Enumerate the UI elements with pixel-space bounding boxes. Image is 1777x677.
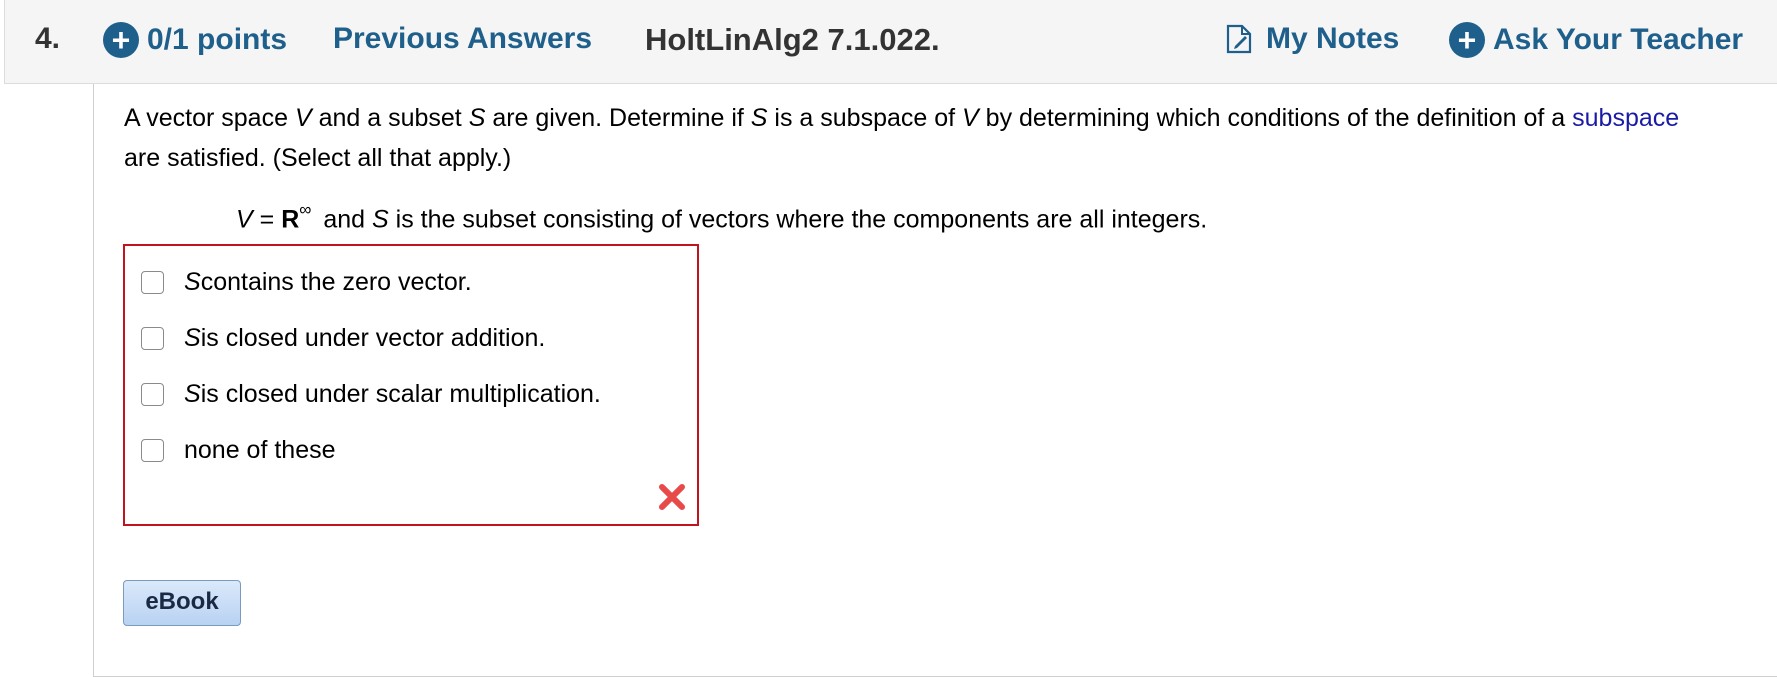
checkbox[interactable] <box>141 439 164 462</box>
problem-statement: V = R∞ and S is the subset consisting of … <box>236 200 1208 234</box>
var-v: V <box>962 104 979 132</box>
points-label: 0/1 points <box>147 23 288 56</box>
my-notes-link[interactable]: My Notes <box>1226 22 1399 56</box>
var-s: S <box>468 104 486 132</box>
checkbox[interactable] <box>141 271 164 294</box>
points-link[interactable]: + 0/1 points <box>103 22 287 58</box>
ebook-button[interactable]: eBook <box>123 580 241 626</box>
option-vector-addition[interactable]: S is closed under vector addition. <box>141 324 545 353</box>
plus-icon: + <box>1449 22 1485 58</box>
option-none-of-these[interactable]: none of these <box>141 436 336 465</box>
my-notes-label: My Notes <box>1266 22 1400 55</box>
checkbox[interactable] <box>141 383 164 406</box>
answer-box: S contains the zero vector. S is closed … <box>123 244 699 526</box>
question-prompt: A vector space V and a subset S are give… <box>124 104 1680 172</box>
question-header: 4. + 0/1 points Previous Answers HoltLin… <box>4 0 1777 84</box>
option-scalar-multiplication[interactable]: S is closed under scalar multiplication. <box>141 380 601 409</box>
ask-teacher-label: Ask Your Teacher <box>1493 23 1744 56</box>
ask-teacher-link[interactable]: + Ask Your Teacher <box>1449 22 1743 58</box>
course-code: HoltLinAlg2 7.1.022. <box>645 22 940 57</box>
option-zero-vector[interactable]: S contains the zero vector. <box>141 268 472 297</box>
var-v: V <box>294 104 312 132</box>
var-s: S <box>750 104 768 132</box>
question-number: 4. <box>35 22 61 55</box>
subspace-link[interactable]: subspace <box>1572 104 1679 132</box>
note-icon <box>1226 24 1252 54</box>
previous-answers-link[interactable]: Previous Answers <box>333 22 592 56</box>
plus-icon: + <box>103 22 139 58</box>
checkbox[interactable] <box>141 327 164 350</box>
wrong-x-icon <box>659 484 685 510</box>
